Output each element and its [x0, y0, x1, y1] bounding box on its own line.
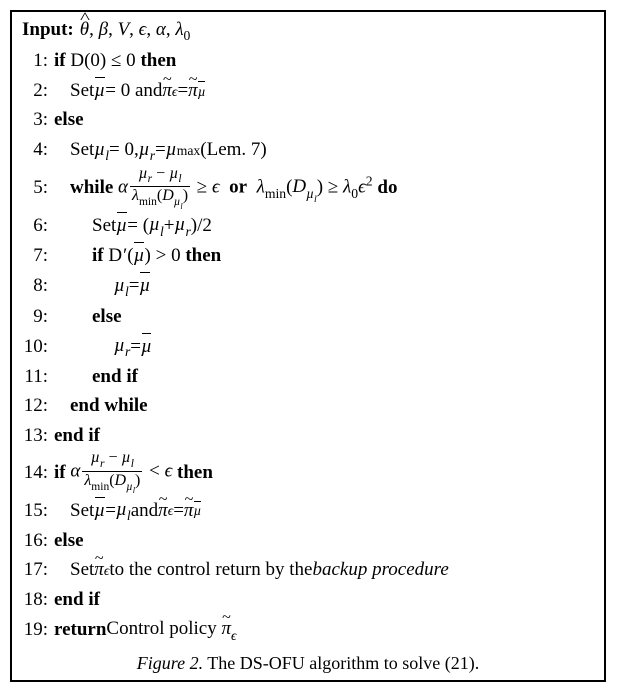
input-label: Input: [22, 16, 74, 45]
line-number: 3: [20, 105, 48, 134]
line-number: 17: [20, 555, 48, 584]
algo-line-9: 9: else [20, 302, 596, 331]
keyword-else: else [54, 105, 84, 134]
line-number: 7: [20, 241, 48, 270]
line-number: 6: [20, 211, 48, 240]
algo-line-19: 19: return Control policy πϵ [20, 614, 596, 645]
keyword-endif: end if [92, 362, 138, 391]
line-body: µl = µ [48, 271, 150, 302]
algorithm-box: Input: θ, β, V, ϵ, α, λ0 1: if D(0) ≤ 0 … [10, 10, 606, 682]
condition: D(0) ≤ 0 [70, 46, 135, 75]
line-body: Set µl = 0, µr = µmax (Lem. 7) [48, 135, 267, 166]
algo-line-5: 5: while αµr − µlλmin(Dµl) ≥ ϵ or λmin(D… [20, 166, 596, 210]
keyword-if: if [54, 46, 66, 75]
keyword-do: do [377, 173, 397, 202]
keyword-then: then [185, 241, 221, 270]
algo-line-7: 7: if D′(µ) > 0 then [20, 241, 596, 270]
line-number: 19: [20, 615, 48, 644]
keyword-endif: end if [54, 585, 100, 614]
line-number: 9: [20, 302, 48, 331]
caption-text: The DS-OFU algorithm to solve (21). [203, 653, 479, 673]
keyword-endwhile: end while [70, 391, 148, 420]
algo-line-10: 10: µr = µ [20, 331, 596, 362]
condition: D′(µ) > 0 [108, 241, 180, 270]
keyword-else: else [92, 302, 122, 331]
condition: αµr − µlλmin(Dµl) < ϵ [70, 450, 172, 494]
input-line: Input: θ, β, V, ϵ, α, λ0 [20, 16, 596, 46]
figure-number: Figure 2. [137, 653, 203, 673]
keyword-else: else [54, 526, 84, 555]
algo-line-11: 11: end if [20, 362, 596, 391]
line-number: 2: [20, 76, 48, 105]
algo-line-4: 4: Set µl = 0, µr = µmax (Lem. 7) [20, 135, 596, 166]
figure-caption: Figure 2. The DS-OFU algorithm to solve … [20, 645, 596, 678]
line-body: Set µ = 0 and πϵ = πµ [48, 76, 206, 105]
condition: αµr − µlλmin(Dµl) ≥ ϵ or λmin(Dµl) ≥ λ0ϵ… [118, 166, 373, 210]
keyword-endif: end if [54, 421, 100, 450]
algo-line-1: 1: if D(0) ≤ 0 then [20, 46, 596, 75]
line-number: 16: [20, 526, 48, 555]
algo-line-3: 3: else [20, 105, 596, 134]
line-number: 14: [20, 458, 48, 487]
line-body: Set µ = (µl + µr)/2 [48, 210, 212, 241]
input-params: θ, β, V, ϵ, α, λ0 [80, 16, 191, 46]
line-number: 15: [20, 496, 48, 525]
algo-line-13: 13: end if [20, 421, 596, 450]
keyword-if: if [54, 458, 66, 487]
return-value: Control policy πϵ [106, 614, 236, 645]
line-body: µr = µ [48, 331, 152, 362]
line-body: Set µ = µl and πϵ = πµ [48, 495, 201, 526]
line-number: 5: [20, 173, 48, 202]
algo-line-14: 14: if αµr − µlλmin(Dµl) < ϵ then [20, 450, 596, 494]
line-number: 12: [20, 391, 48, 420]
algo-line-17: 17: Set πϵ to the control return by the … [20, 555, 596, 584]
line-number: 18: [20, 585, 48, 614]
keyword-then: then [177, 458, 213, 487]
algo-line-2: 2: Set µ = 0 and πϵ = πµ [20, 76, 596, 105]
line-number: 1: [20, 46, 48, 75]
algo-line-8: 8: µl = µ [20, 271, 596, 302]
algo-line-16: 16: else [20, 526, 596, 555]
line-number: 8: [20, 271, 48, 300]
algo-line-15: 15: Set µ = µl and πϵ = πµ [20, 495, 596, 526]
algo-line-6: 6: Set µ = (µl + µr)/2 [20, 210, 596, 241]
keyword-if: if [92, 241, 104, 270]
line-number: 10: [20, 332, 48, 361]
line-number: 4: [20, 135, 48, 164]
line-body: Set πϵ to the control return by the back… [48, 555, 449, 584]
keyword-while: while [70, 173, 113, 202]
line-number: 11: [20, 362, 48, 391]
algo-line-18: 18: end if [20, 585, 596, 614]
keyword-return: return [54, 615, 106, 644]
line-number: 13: [20, 421, 48, 450]
algo-line-12: 12: end while [20, 391, 596, 420]
